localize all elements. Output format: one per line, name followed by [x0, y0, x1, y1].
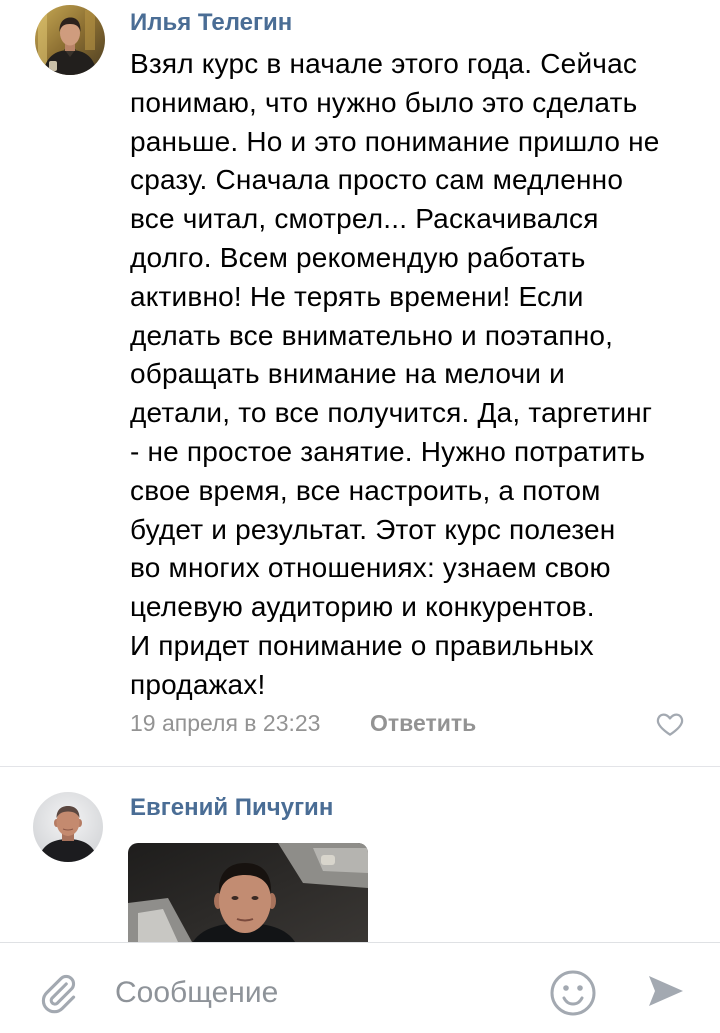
comment-text-line: активно! Не терять времени! Если [130, 280, 584, 312]
comment-date: 19 апреля в 23:23 [130, 710, 321, 736]
comment-text-line: понимаю, что нужно было это сделать [130, 86, 638, 118]
avatar-photo [35, 5, 105, 75]
comment-text-line: И придет понимание о правильных [130, 629, 594, 661]
paperclip-icon [41, 974, 76, 1014]
emoji-button[interactable] [549, 969, 597, 1017]
comment-text-line: раньше. Но и это понимание пришло не [130, 125, 660, 157]
send-button[interactable] [643, 969, 687, 1013]
comment-text-line: долго. Всем рекомендую работать [130, 241, 586, 273]
comment-text-line: детали, то все получится. Да, таргетинг [130, 397, 653, 429]
comment-text-line: свое время, все настроить, а потом [130, 474, 601, 506]
comment-text-line: сразу. Сначала просто сам медленно [130, 164, 624, 196]
send-icon [649, 976, 683, 1006]
author-avatar[interactable] [35, 5, 105, 75]
reply-button[interactable]: Ответить [370, 708, 476, 738]
heart-outline-icon [656, 713, 684, 736]
comment-text-line: продажах! [130, 668, 266, 700]
author-avatar[interactable] [33, 792, 103, 862]
comment-text-line: - не простое занятие. Нужно потратить [130, 435, 646, 467]
comment-text-line: все читал, смотрел... Раскачивался [130, 203, 599, 235]
attach-button[interactable] [36, 972, 80, 1016]
comment-text: Взял курс в начале этого года. Сейчас по… [130, 45, 710, 705]
comment-text-line: Взял курс в начале этого года. Сейчас [130, 48, 638, 79]
avatar-photo [33, 792, 103, 862]
author-name[interactable]: Илья Телегин [130, 8, 292, 38]
photo-attachment[interactable] [128, 843, 368, 953]
message-input[interactable] [112, 973, 538, 1013]
author-name[interactable]: Евгений Пичугин [130, 793, 333, 823]
comment-text-line: обращать внимание на мелочи и [130, 358, 565, 390]
comment-text-line: во многих отношениях: узнаем свою [130, 552, 611, 584]
comment-divider [0, 766, 720, 767]
smiley-icon [550, 970, 596, 1016]
comment-text-line: делать все внимательно и поэтапно, [130, 319, 614, 351]
attachment-photo [128, 843, 368, 953]
like-button[interactable] [655, 709, 685, 739]
comment-text-line: будет и результат. Этот курс полезен [130, 513, 616, 545]
comment-text-line: целевую аудиторию и конкурентов. [130, 591, 595, 623]
message-composer [0, 942, 720, 1033]
